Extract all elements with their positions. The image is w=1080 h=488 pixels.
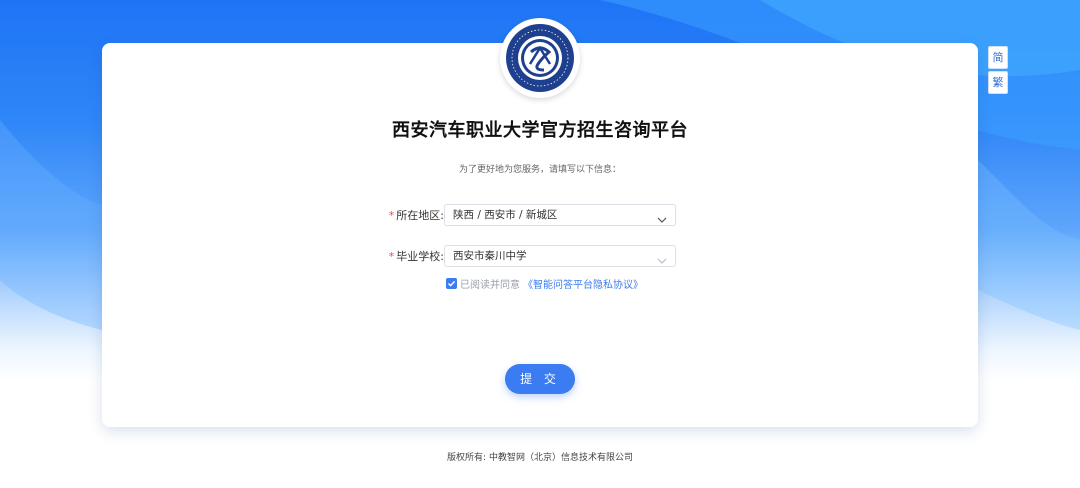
chevron-down-icon [657, 252, 667, 264]
agreement-text: 已阅读并同意 [460, 280, 520, 291]
school-select[interactable]: 西安市秦川中学 [444, 245, 676, 267]
school-select-value: 西安市秦川中学 [453, 250, 527, 262]
page-subtitle: 为了更好地为您服务，请填写以下信息： [458, 165, 621, 175]
university-emblem-icon [500, 18, 580, 98]
checkmark-icon [448, 280, 456, 287]
region-row: * 所在地区: 陕西 / 西安市 / 新城区 [380, 203, 676, 227]
footer-copyright: 版权所有: 中教智网（北京）信息技术有限公司 [447, 453, 633, 463]
page-title: 西安汽车职业大学官方招生咨询平台 [392, 120, 688, 141]
region-label: * 所在地区: [380, 207, 444, 223]
region-label-text: 所在地区: [396, 209, 444, 222]
required-mark: * [388, 209, 395, 222]
privacy-policy-link[interactable]: 《智能问答平台隐私协议》 [523, 276, 643, 291]
required-mark: * [388, 250, 395, 263]
chevron-down-icon [657, 211, 667, 223]
agreement-checkbox[interactable] [446, 278, 457, 289]
language-switch: 简 繁 [988, 46, 1008, 94]
submit-button[interactable]: 提 交 [505, 364, 575, 394]
simplified-chinese-button[interactable]: 简 [988, 46, 1008, 69]
school-label-text: 毕业学校: [396, 250, 444, 263]
school-row: * 毕业学校: 西安市秦川中学 [380, 244, 676, 268]
school-label: * 毕业学校: [380, 248, 444, 264]
traditional-chinese-button[interactable]: 繁 [988, 71, 1008, 94]
agreement-row: 已阅读并同意 《智能问答平台隐私协议》 [446, 276, 643, 291]
region-select-value: 陕西 / 西安市 / 新城区 [453, 209, 558, 221]
region-select[interactable]: 陕西 / 西安市 / 新城区 [444, 204, 676, 226]
